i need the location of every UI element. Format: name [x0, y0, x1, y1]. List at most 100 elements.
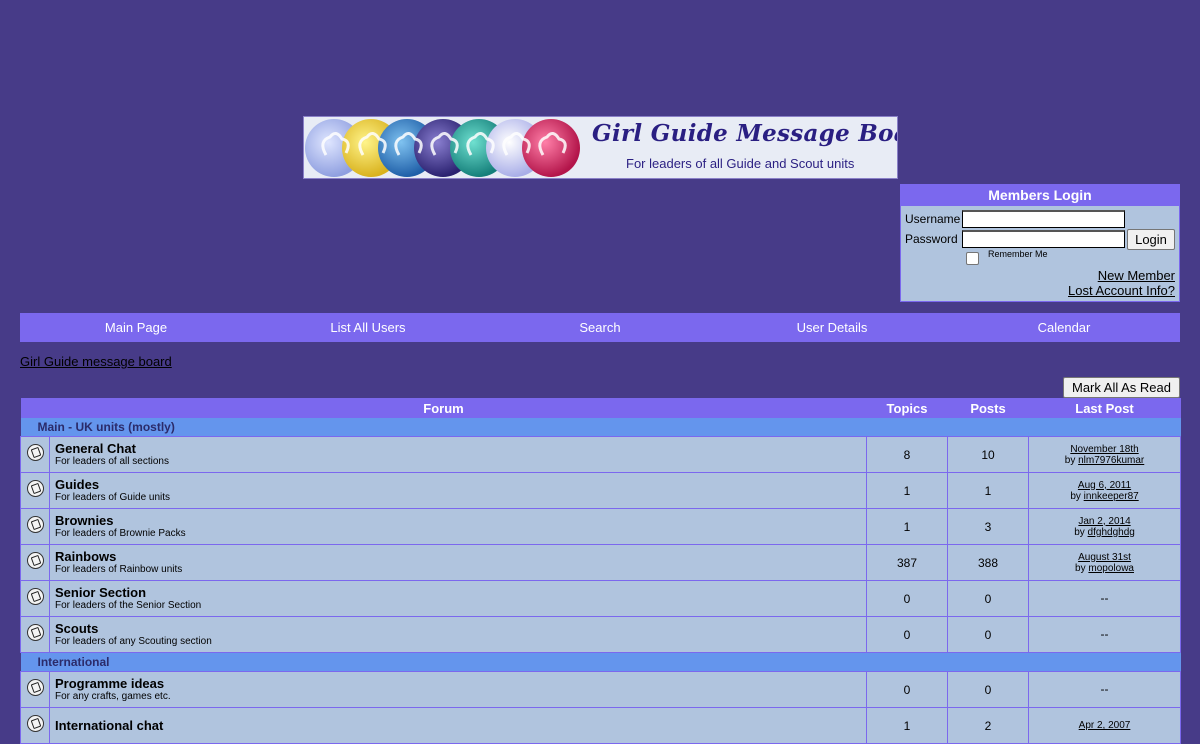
- forum-icon-cell: [20, 671, 50, 708]
- forum-read-status-icon: [26, 678, 44, 696]
- forum-description: For leaders of Rainbow units: [55, 563, 183, 575]
- forum-posts-count: 0: [947, 671, 1030, 708]
- banner-logo: Girl Guide Message Board For leaders of …: [303, 116, 898, 179]
- forum-posts-count: 10: [947, 436, 1030, 473]
- category-name: Main - UK units (mostly): [20, 418, 1181, 437]
- forum-icon-cell: [20, 436, 50, 473]
- forum-info-cell: Brownies For leaders of Brownie Packs: [48, 508, 868, 545]
- forum-read-status-icon: [26, 443, 44, 461]
- password-label: Password: [905, 232, 958, 246]
- forum-description: For leaders of Brownie Packs: [55, 527, 186, 539]
- forum-name-link[interactable]: International chat: [50, 718, 866, 733]
- members-login-panel: Members Login Username Password Login Re…: [900, 184, 1180, 302]
- forum-icon-cell: [20, 616, 50, 653]
- category-name: International: [20, 652, 1181, 672]
- header-forum: Forum: [20, 398, 867, 418]
- forum-last-post-cell: --: [1028, 671, 1182, 708]
- last-post-user-link[interactable]: mopolowa: [1088, 563, 1134, 574]
- forum-read-status-icon: [26, 714, 44, 732]
- forum-description: For leaders of Guide units: [55, 491, 171, 503]
- last-post-by-label: by: [1075, 562, 1089, 574]
- forum-last-post-cell: --: [1028, 616, 1182, 653]
- remember-me-checkbox[interactable]: [966, 252, 979, 265]
- forum-icon-cell: [20, 580, 50, 617]
- forum-topics-count: 1: [866, 707, 949, 744]
- forum-description: For leaders of the Senior Section: [55, 599, 202, 611]
- forum-row: General Chat For leaders of all sections 8…: [20, 436, 1182, 473]
- forum-table: Forum Topics Posts Last Post Main - UK u…: [20, 398, 1182, 744]
- header-posts: Posts: [947, 398, 1029, 418]
- table-header-row: Forum Topics Posts Last Post: [20, 398, 1181, 418]
- forum-description: For any crafts, games etc.: [55, 690, 171, 702]
- forum-topics-count: 0: [866, 616, 949, 653]
- nav-user-details[interactable]: User Details: [716, 313, 948, 342]
- category-row: Main - UK units (mostly): [20, 418, 1181, 437]
- nav-search[interactable]: Search: [484, 313, 716, 342]
- last-post-user-link[interactable]: innkeeper87: [1084, 491, 1139, 502]
- forum-row: Brownies For leaders of Brownie Packs 1 3 Ja…: [20, 508, 1182, 545]
- forum-name-link[interactable]: Scouts: [50, 621, 866, 636]
- forum-name-link[interactable]: Programme ideas: [50, 676, 866, 691]
- forum-info-cell: International chat: [48, 707, 868, 744]
- forum-last-post-cell: --: [1028, 580, 1182, 617]
- last-post-date-link[interactable]: Apr 2, 2007: [1079, 720, 1131, 731]
- forum-topics-count: 1: [866, 472, 949, 509]
- forum-read-status-icon: [26, 551, 44, 569]
- forum-topics-count: 0: [866, 671, 949, 708]
- last-post-date-link[interactable]: November 18th: [1070, 444, 1138, 455]
- forum-last-post-cell: August 31st by mopolowa: [1028, 544, 1182, 581]
- last-post-user-link[interactable]: nlm7976kumar: [1078, 455, 1144, 466]
- forum-name-link[interactable]: Rainbows: [50, 549, 866, 564]
- login-button[interactable]: Login: [1127, 229, 1175, 250]
- forum-posts-count: 1: [947, 472, 1030, 509]
- last-post-by-label: by: [1070, 490, 1084, 502]
- last-post-user-link[interactable]: dfghdghdg: [1088, 527, 1135, 538]
- forum-topics-count: 387: [866, 544, 949, 581]
- forum-read-status-icon: [26, 623, 44, 641]
- forum-topics-count: 8: [866, 436, 949, 473]
- remember-me-label: Remember Me: [988, 249, 1048, 259]
- nav-list-all-users[interactable]: List All Users: [252, 313, 484, 342]
- forum-name-link[interactable]: Brownies: [50, 513, 866, 528]
- lost-account-link[interactable]: Lost Account Info?: [1068, 283, 1175, 298]
- header-topics: Topics: [866, 398, 948, 418]
- no-last-post: --: [1100, 626, 1109, 641]
- no-last-post: --: [1100, 681, 1109, 696]
- forum-icon-cell: [20, 508, 50, 545]
- forum-last-post-cell: Apr 2, 2007: [1028, 707, 1182, 744]
- banner-title: Girl Guide Message Board: [592, 120, 897, 147]
- forum-row: Guides For leaders of Guide units 1 1 Aug 6,…: [20, 472, 1182, 509]
- forum-name-link[interactable]: Senior Section: [50, 585, 866, 600]
- nav-calendar[interactable]: Calendar: [948, 313, 1180, 342]
- forum-info-cell: Scouts For leaders of any Scouting sectio…: [48, 616, 868, 653]
- forum-name-link[interactable]: General Chat: [50, 441, 866, 456]
- forum-name-link[interactable]: Guides: [50, 477, 866, 492]
- mark-all-read-button[interactable]: Mark All As Read: [1063, 377, 1180, 398]
- forum-topics-count: 0: [866, 580, 949, 617]
- last-post-date-link[interactable]: Jan 2, 2014: [1078, 516, 1130, 527]
- forum-read-status-icon: [26, 479, 44, 497]
- new-member-link[interactable]: New Member: [1098, 268, 1175, 283]
- login-header: Members Login: [901, 185, 1179, 206]
- forum-last-post-cell: November 18th by nlm7976kumar: [1028, 436, 1182, 473]
- forum-posts-count: 0: [947, 580, 1030, 617]
- forum-info-cell: Senior Section For leaders of the Senior …: [48, 580, 868, 617]
- forum-info-cell: Guides For leaders of Guide units: [48, 472, 868, 509]
- last-post-by-label: by: [1064, 454, 1079, 466]
- forum-read-status-icon: [26, 587, 44, 605]
- forum-info-cell: Rainbows For leaders of Rainbow units: [48, 544, 868, 581]
- header-last-post: Last Post: [1028, 398, 1181, 418]
- forum-row: Programme ideas For any crafts, games etc…: [20, 671, 1182, 708]
- last-post-date-link[interactable]: August 31st: [1078, 552, 1131, 563]
- forum-last-post-cell: Aug 6, 2011 by innkeeper87: [1028, 472, 1182, 509]
- forum-description: For leaders of any Scouting section: [55, 635, 212, 647]
- main-nav: Main Page List All Users Search User Det…: [20, 313, 1180, 342]
- nav-main-page[interactable]: Main Page: [20, 313, 252, 342]
- last-post-date-link[interactable]: Aug 6, 2011: [1078, 480, 1131, 491]
- forum-read-status-icon: [26, 515, 44, 533]
- forum-icon-cell: [20, 707, 50, 744]
- breadcrumb[interactable]: Girl Guide message board: [20, 354, 172, 369]
- password-input[interactable]: [962, 230, 1125, 248]
- username-input[interactable]: [962, 210, 1125, 228]
- forum-posts-count: 0: [947, 616, 1030, 653]
